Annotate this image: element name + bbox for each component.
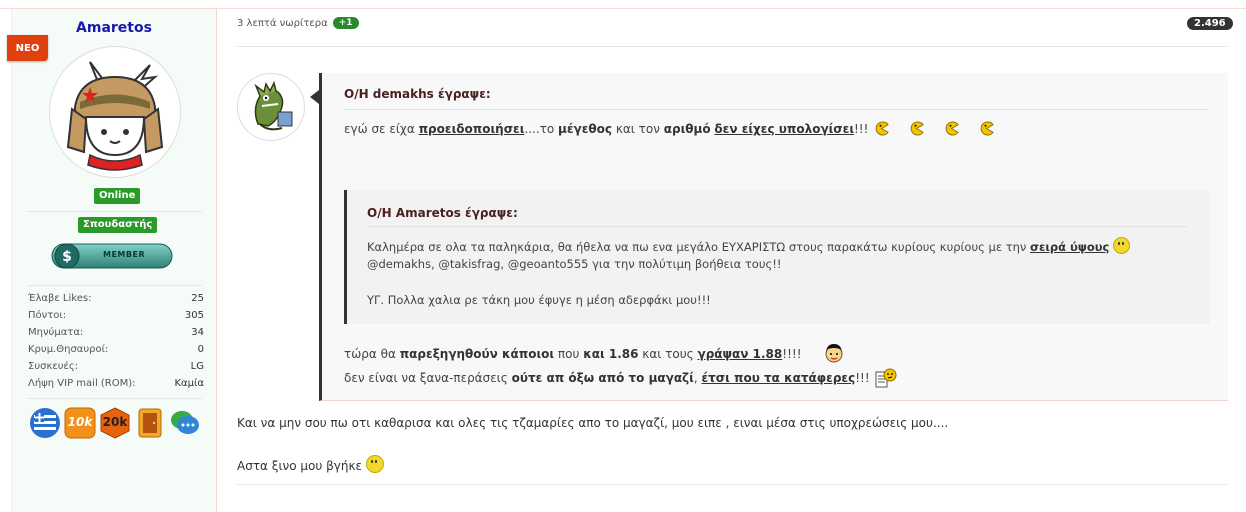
chat-bubbles-icon[interactable] xyxy=(169,407,201,439)
avatar[interactable] xyxy=(49,46,181,178)
greek-flag-icon[interactable] xyxy=(29,407,61,439)
post-number-badge[interactable]: 2.496 xyxy=(1187,17,1233,30)
member-badge-label: MEMBER xyxy=(103,250,146,259)
pacman-smiley-icon xyxy=(875,121,890,136)
quote-line-2: τώρα θα παρεξηγηθούν κάποιοι που και 1.8… xyxy=(344,342,845,364)
stat-row: Έλαβε Likes: 25 xyxy=(28,293,204,304)
thinking-smiley-icon xyxy=(875,368,896,388)
user-sidebar: Amaretos NEO Online Σπουδαστής $ MEMBER … xyxy=(7,9,217,512)
stat-row: Μηνύματα: 34 xyxy=(28,327,204,338)
nested-quote-author-line[interactable]: Ο/Η Amaretos έγραψε: xyxy=(367,206,518,220)
user-stats: Έλαβε Likes: 25 Πόντοι: 305 Μηνύματα: 34 Κρ… xyxy=(28,290,204,392)
stat-row: Πόντοι: 305 xyxy=(28,310,204,321)
rank-badge: Σπουδαστής xyxy=(78,217,158,233)
post-time[interactable]: 3 λεπτά νωρίτερα xyxy=(237,18,328,29)
quote-pointer xyxy=(310,90,319,104)
sidebar-divider xyxy=(27,211,202,212)
post-body-line-2: Αστα ξινο μου βγήκε xyxy=(237,455,384,473)
username-link[interactable]: Amaretos xyxy=(12,20,216,36)
post-meta: 3 λεπτά νωρίτερα +1 xyxy=(237,17,359,29)
nested-quote-line-3: ΥΓ. Πολλα χαλια ρε τάκη μου έφυγε η μέση… xyxy=(367,293,711,307)
post-body-line-1: Και να μην σου πω οτι καθαρισα και ολες … xyxy=(237,416,949,430)
quote-divider xyxy=(367,226,1187,227)
quote-line-3: δεν είναι να ξανα-περάσεις ούτε απ όξω α… xyxy=(344,366,898,390)
quoted-user-avatar[interactable] xyxy=(237,73,305,141)
stat-row: Συσκευές: LG xyxy=(28,361,204,372)
quote-divider xyxy=(344,109,1208,110)
10k-icon[interactable]: 10k xyxy=(64,407,96,439)
new-member-badge: NEO xyxy=(7,35,48,61)
nested-quote-line-2: @demakhs, @takisfrag, @geoanto555 για τη… xyxy=(367,257,782,271)
quote-line-1: εγώ σε είχα προειδοποιήσει....το μέγεθος… xyxy=(344,121,994,136)
stat-row: Κρυμ.Θησαυροί: 0 xyxy=(28,344,204,355)
door-icon[interactable] xyxy=(134,407,166,439)
svg-text:$: $ xyxy=(62,249,72,265)
post-divider xyxy=(237,46,1227,47)
pacman-smiley-icon xyxy=(945,121,959,136)
pacman-smiley-icon xyxy=(980,121,994,136)
quote-author-line[interactable]: Ο/Η demakhs έγραψε: xyxy=(344,87,491,101)
nested-quote-block: Ο/Η Amaretos έγραψε: Καλημέρα σε ολα τα … xyxy=(344,190,1210,324)
post-end-divider xyxy=(237,484,1227,485)
quote-block: Ο/Η demakhs έγραψε: εγώ σε είχα προειδοπ… xyxy=(319,73,1228,401)
sidebar-divider xyxy=(27,285,202,286)
award-icons: 10k 20k xyxy=(29,407,201,439)
girl-smiley-icon xyxy=(825,344,843,363)
smiley-icon xyxy=(365,455,384,473)
online-status-badge: Online xyxy=(94,188,141,204)
sidebar-divider xyxy=(27,398,202,399)
stat-row: Λήψη VIP mail (ROM): Καμία xyxy=(28,378,204,389)
nested-quote-line-1: Καλημέρα σε ολα τα παληκάρια, θα ήθελα ν… xyxy=(367,237,1131,254)
likes-delta-badge[interactable]: +1 xyxy=(332,17,359,29)
pacman-smiley-icon xyxy=(910,121,924,136)
member-badge: $ MEMBER xyxy=(51,242,173,270)
smiley-icon xyxy=(1113,237,1131,254)
20k-icon[interactable]: 20k xyxy=(99,407,131,439)
